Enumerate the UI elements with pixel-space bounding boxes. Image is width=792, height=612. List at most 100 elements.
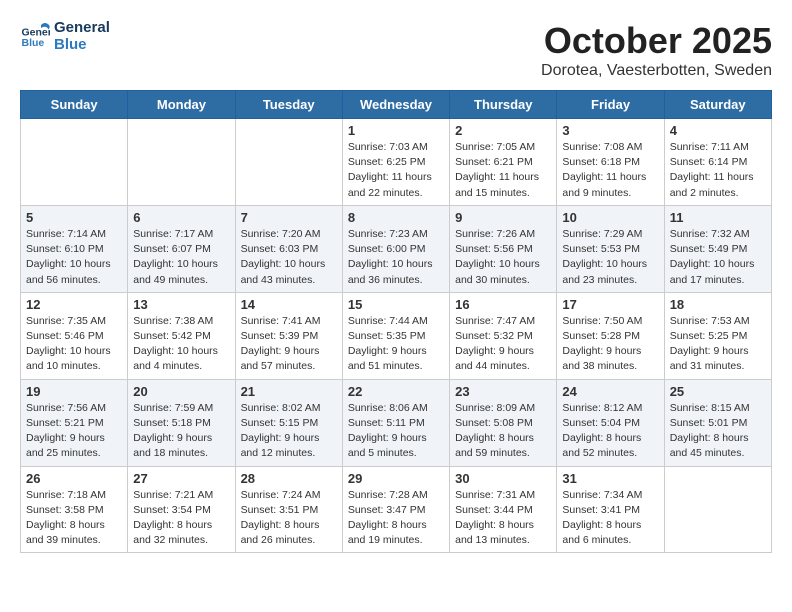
calendar-cell: 22 Sunrise: 8:06 AMSunset: 5:11 PMDayligh… (342, 379, 449, 466)
day-number: 20 (133, 384, 229, 399)
day-info: Sunrise: 7:53 AMSunset: 5:25 PMDaylight:… (670, 314, 766, 375)
calendar-week-1: 1 Sunrise: 7:03 AMSunset: 6:25 PMDaylight… (21, 119, 772, 206)
calendar-cell: 18 Sunrise: 7:53 AMSunset: 5:25 PMDayligh… (664, 292, 771, 379)
calendar-cell: 28 Sunrise: 7:24 AMSunset: 3:51 PMDayligh… (235, 466, 342, 553)
logo-line1: General (54, 20, 110, 37)
day-info: Sunrise: 7:56 AMSunset: 5:21 PMDaylight:… (26, 401, 122, 462)
calendar-week-4: 19 Sunrise: 7:56 AMSunset: 5:21 PMDayligh… (21, 379, 772, 466)
title-section: October 2025 Dorotea, Vaesterbotten, Swe… (541, 20, 772, 80)
day-header-saturday: Saturday (664, 91, 771, 119)
day-number: 22 (348, 384, 444, 399)
day-number: 17 (562, 297, 658, 312)
day-number: 21 (241, 384, 337, 399)
day-number: 5 (26, 210, 122, 225)
calendar-cell: 15Sunrise: 7:44 AMSunset: 5:35 PMDayligh… (342, 292, 449, 379)
day-info: Sunrise: 7:24 AMSunset: 3:51 PMDaylight:… (241, 488, 337, 549)
logo-icon: General Blue (20, 22, 50, 52)
day-number: 7 (241, 210, 337, 225)
calendar-cell: 8Sunrise: 7:23 AMSunset: 6:00 PMDaylight… (342, 205, 449, 292)
calendar-cell: 4 Sunrise: 7:11 AMSunset: 6:14 PMDaylight… (664, 119, 771, 206)
day-info: Sunrise: 7:29 AMSunset: 5:53 PMDaylight:… (562, 227, 658, 288)
day-number: 26 (26, 471, 122, 486)
calendar-cell: 12Sunrise: 7:35 AMSunset: 5:46 PMDayligh… (21, 292, 128, 379)
day-info: Sunrise: 7:44 AMSunset: 5:35 PMDaylight:… (348, 314, 444, 375)
day-number: 2 (455, 123, 551, 138)
calendar-cell: 25 Sunrise: 8:15 AMSunset: 5:01 PMDayligh… (664, 379, 771, 466)
day-info: Sunrise: 7:59 AMSunset: 5:18 PMDaylight:… (133, 401, 229, 462)
calendar-cell: 14Sunrise: 7:41 AMSunset: 5:39 PMDayligh… (235, 292, 342, 379)
calendar-cell: 20 Sunrise: 7:59 AMSunset: 5:18 PMDayligh… (128, 379, 235, 466)
day-number: 30 (455, 471, 551, 486)
day-info: Sunrise: 8:12 AMSunset: 5:04 PMDaylight:… (562, 401, 658, 462)
calendar-cell: 23 Sunrise: 8:09 AMSunset: 5:08 PMDayligh… (450, 379, 557, 466)
day-header-sunday: Sunday (21, 91, 128, 119)
day-info: Sunrise: 7:21 AMSunset: 3:54 PMDaylight:… (133, 488, 229, 549)
calendar-cell: 3 Sunrise: 7:08 AMSunset: 6:18 PMDaylight… (557, 119, 664, 206)
day-number: 14 (241, 297, 337, 312)
calendar-cell: 6Sunrise: 7:17 AMSunset: 6:07 PMDaylight… (128, 205, 235, 292)
calendar-cell (128, 119, 235, 206)
day-info: Sunrise: 7:11 AMSunset: 6:14 PMDaylight:… (670, 140, 766, 201)
day-number: 3 (562, 123, 658, 138)
day-info: Sunrise: 7:26 AMSunset: 5:56 PMDaylight:… (455, 227, 551, 288)
calendar-cell: 24 Sunrise: 8:12 AMSunset: 5:04 PMDayligh… (557, 379, 664, 466)
page-header: General Blue General Blue October 2025 D… (20, 20, 772, 80)
day-header-monday: Monday (128, 91, 235, 119)
day-info: Sunrise: 7:20 AMSunset: 6:03 PMDaylight:… (241, 227, 337, 288)
calendar-cell (21, 119, 128, 206)
calendar-cell: 7 Sunrise: 7:20 AMSunset: 6:03 PMDaylight… (235, 205, 342, 292)
day-number: 16 (455, 297, 551, 312)
day-info: Sunrise: 7:38 AMSunset: 5:42 PMDaylight:… (133, 314, 229, 375)
calendar-cell: 17 Sunrise: 7:50 AMSunset: 5:28 PMDayligh… (557, 292, 664, 379)
day-info: Sunrise: 8:06 AMSunset: 5:11 PMDaylight:… (348, 401, 444, 462)
day-info: Sunrise: 8:15 AMSunset: 5:01 PMDaylight:… (670, 401, 766, 462)
day-info: Sunrise: 7:08 AMSunset: 6:18 PMDaylight:… (562, 140, 658, 201)
day-info: Sunrise: 8:02 AMSunset: 5:15 PMDaylight:… (241, 401, 337, 462)
day-info: Sunrise: 8:09 AMSunset: 5:08 PMDaylight:… (455, 401, 551, 462)
day-info: Sunrise: 7:14 AMSunset: 6:10 PMDaylight:… (26, 227, 122, 288)
calendar-cell: 29Sunrise: 7:28 AMSunset: 3:47 PMDayligh… (342, 466, 449, 553)
day-number: 1 (348, 123, 444, 138)
day-number: 29 (348, 471, 444, 486)
calendar-cell: 10 Sunrise: 7:29 AMSunset: 5:53 PMDayligh… (557, 205, 664, 292)
day-info: Sunrise: 7:50 AMSunset: 5:28 PMDaylight:… (562, 314, 658, 375)
day-number: 19 (26, 384, 122, 399)
calendar-table: SundayMondayTuesdayWednesdayThursdayFrid… (20, 90, 772, 553)
day-number: 6 (133, 210, 229, 225)
day-header-wednesday: Wednesday (342, 91, 449, 119)
month-title: October 2025 (541, 20, 772, 62)
day-info: Sunrise: 7:34 AMSunset: 3:41 PMDaylight:… (562, 488, 658, 549)
calendar-cell (235, 119, 342, 206)
day-number: 28 (241, 471, 337, 486)
calendar-cell: 19 Sunrise: 7:56 AMSunset: 5:21 PMDayligh… (21, 379, 128, 466)
day-number: 12 (26, 297, 122, 312)
calendar-header-row: SundayMondayTuesdayWednesdayThursdayFrid… (21, 91, 772, 119)
calendar-cell: 30Sunrise: 7:31 AMSunset: 3:44 PMDayligh… (450, 466, 557, 553)
day-info: Sunrise: 7:47 AMSunset: 5:32 PMDaylight:… (455, 314, 551, 375)
day-number: 25 (670, 384, 766, 399)
calendar-cell: 16 Sunrise: 7:47 AMSunset: 5:32 PMDayligh… (450, 292, 557, 379)
day-number: 10 (562, 210, 658, 225)
day-number: 31 (562, 471, 658, 486)
calendar-cell: 27 Sunrise: 7:21 AMSunset: 3:54 PMDayligh… (128, 466, 235, 553)
calendar-cell: 26 Sunrise: 7:18 AMSunset: 3:58 PMDayligh… (21, 466, 128, 553)
day-number: 18 (670, 297, 766, 312)
day-number: 4 (670, 123, 766, 138)
day-number: 27 (133, 471, 229, 486)
calendar-cell: 1 Sunrise: 7:03 AMSunset: 6:25 PMDaylight… (342, 119, 449, 206)
day-header-thursday: Thursday (450, 91, 557, 119)
day-header-friday: Friday (557, 91, 664, 119)
calendar-week-3: 12Sunrise: 7:35 AMSunset: 5:46 PMDayligh… (21, 292, 772, 379)
day-info: Sunrise: 7:03 AMSunset: 6:25 PMDaylight:… (348, 140, 444, 201)
calendar-cell: 2Sunrise: 7:05 AMSunset: 6:21 PMDaylight… (450, 119, 557, 206)
day-number: 24 (562, 384, 658, 399)
day-info: Sunrise: 7:23 AMSunset: 6:00 PMDaylight:… (348, 227, 444, 288)
calendar-cell: 11Sunrise: 7:32 AMSunset: 5:49 PMDayligh… (664, 205, 771, 292)
calendar-cell: 9Sunrise: 7:26 AMSunset: 5:56 PMDaylight… (450, 205, 557, 292)
calendar-cell: 5 Sunrise: 7:14 AMSunset: 6:10 PMDaylight… (21, 205, 128, 292)
day-number: 23 (455, 384, 551, 399)
day-info: Sunrise: 7:32 AMSunset: 5:49 PMDaylight:… (670, 227, 766, 288)
calendar-cell (664, 466, 771, 553)
logo-line2: Blue (54, 37, 110, 54)
day-info: Sunrise: 7:18 AMSunset: 3:58 PMDaylight:… (26, 488, 122, 549)
